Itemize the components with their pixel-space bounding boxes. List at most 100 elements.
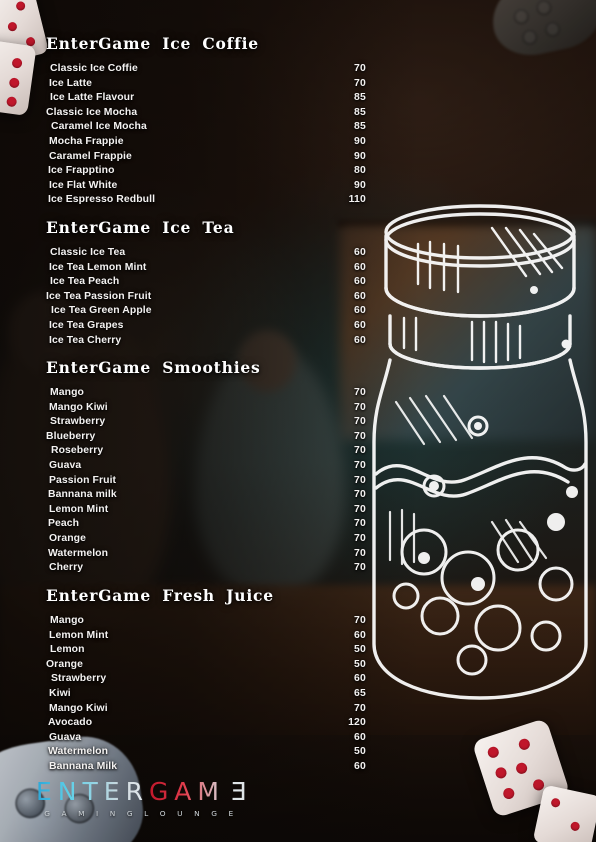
- menu-item: Mango 70: [46, 387, 366, 402]
- item-name: Blueberry: [46, 430, 96, 442]
- menu-item: Strawberry 70: [46, 416, 366, 431]
- section-smoothies: EnterGame Smoothies Mango 70 Mango Kiwi 70…: [46, 358, 366, 577]
- menu-item: Avocado 120: [46, 717, 366, 732]
- item-price: 65: [354, 687, 366, 699]
- item-name: Ice Tea Peach: [50, 276, 120, 288]
- item-name: Ice Tea Lemon Mint: [49, 261, 147, 273]
- menu-page: EnterGame Ice Coffie Classic Ice Coffie 7…: [0, 0, 596, 842]
- item-price: 70: [354, 430, 366, 442]
- item-price: 70: [354, 503, 366, 515]
- item-name: Classic Ice Mocha: [46, 106, 138, 118]
- menu-item: Classic Ice Mocha 85: [46, 107, 366, 122]
- item-name: Roseberry: [51, 445, 104, 457]
- section-ice-tea: EnterGame Ice Tea Classic Ice Tea 60 Ice …: [46, 218, 366, 349]
- menu-item: Watermelon 70: [46, 548, 366, 563]
- section-fresh-juice: EnterGame Fresh Juice Mango 70 Lemon Mint…: [46, 586, 366, 776]
- item-name: Orange: [49, 532, 86, 544]
- item-name: Ice Tea Grapes: [49, 319, 124, 331]
- menu-item: Ice Frapptino 80: [46, 165, 366, 180]
- item-price: 60: [354, 673, 366, 685]
- item-price: 70: [354, 474, 366, 486]
- menu-item: Ice Flat White 90: [46, 180, 366, 195]
- item-price: 70: [354, 401, 366, 413]
- item-name: Bannana milk: [48, 489, 117, 501]
- item-price: 60: [354, 319, 366, 331]
- item-price: 60: [354, 305, 366, 317]
- item-price: 60: [354, 261, 366, 273]
- item-price: 50: [354, 658, 366, 670]
- item-price: 85: [354, 106, 366, 118]
- item-name: Ice Tea Green Apple: [51, 305, 152, 317]
- item-name: Peach: [48, 518, 80, 530]
- item-name: Lemon Mint: [49, 503, 109, 515]
- item-name: Mango Kiwi: [49, 702, 108, 714]
- menu-content: EnterGame Ice Coffie Classic Ice Coffie 7…: [0, 0, 596, 842]
- item-price: 90: [354, 179, 366, 191]
- menu-item: Lemon Mint 60: [46, 630, 366, 645]
- item-price: 70: [354, 416, 366, 428]
- item-name: Ice Latte: [49, 77, 93, 89]
- item-price: 50: [354, 746, 366, 758]
- menu-item: Lemon Mint 70: [46, 504, 366, 519]
- item-name: Kiwi: [49, 687, 71, 699]
- section-title-ice-coffie: EnterGame Ice Coffie: [46, 34, 259, 53]
- item-name: Watermelon: [48, 746, 109, 758]
- logo-tagline: G A M I N G L O U N G E: [44, 809, 238, 818]
- item-list-smoothies: Mango 70 Mango Kiwi 70 Strawberry 70 Bluebe…: [46, 387, 366, 577]
- menu-item: Kiwi 65: [46, 688, 366, 703]
- menu-item: Watermelon 50: [46, 746, 366, 761]
- menu-item: Orange 50: [46, 659, 366, 674]
- item-price: 120: [348, 717, 366, 729]
- item-price: 80: [354, 165, 366, 177]
- item-name: Strawberry: [50, 416, 106, 428]
- item-price: 110: [348, 194, 366, 206]
- section-ice-coffie: EnterGame Ice Coffie Classic Ice Coffie 7…: [46, 34, 366, 209]
- menu-item: Mango Kiwi 70: [46, 703, 366, 718]
- menu-item: Orange 70: [46, 533, 366, 548]
- item-price: 60: [354, 290, 366, 302]
- menu-item: Passion Fruit 70: [46, 475, 366, 490]
- item-name: Lemon Mint: [49, 629, 109, 641]
- item-price: 50: [354, 644, 366, 656]
- item-price: 85: [354, 121, 366, 133]
- item-price: 60: [354, 731, 366, 743]
- menu-item: Guava 60: [46, 732, 366, 747]
- menu-item: Ice Tea Cherry 60: [46, 335, 366, 350]
- menu-item: Ice Tea Lemon Mint 60: [46, 262, 366, 277]
- item-price: 70: [354, 63, 366, 74]
- section-title-smoothies: EnterGame Smoothies: [46, 358, 261, 377]
- menu-item: Cherry 70: [46, 562, 366, 577]
- menu-item: Caramel Ice Mocha 85: [46, 121, 366, 136]
- menu-item: Ice Tea Green Apple 60: [46, 305, 366, 320]
- item-name: Ice Latte Flavour: [50, 92, 135, 104]
- item-name: Ice Tea Passion Fruit: [46, 290, 152, 302]
- menu-item: Caramel Frappie 90: [46, 151, 366, 166]
- item-name: Bannana Milk: [49, 760, 118, 772]
- section-title-fresh-juice: EnterGame Fresh Juice: [46, 586, 274, 605]
- item-name: Watermelon: [48, 547, 109, 559]
- menu-item: Guava 70: [46, 460, 366, 475]
- item-name: Caramel Ice Mocha: [51, 121, 147, 133]
- item-price: 70: [354, 518, 366, 530]
- menu-item: Ice Tea Passion Fruit 60: [46, 291, 366, 306]
- item-price: 85: [354, 92, 366, 104]
- item-name: Ice Flat White: [49, 179, 118, 191]
- logo-text-mirrored-e: E: [224, 777, 247, 806]
- item-list-ice-tea: Classic Ice Tea 60 Ice Tea Lemon Mint 60 I…: [46, 247, 366, 349]
- item-price: 90: [354, 135, 366, 147]
- item-name: Ice Tea Cherry: [49, 334, 122, 346]
- item-price: 90: [354, 150, 366, 162]
- menu-item: Classic Ice Coffie 70: [46, 63, 366, 78]
- item-price: 60: [354, 760, 366, 772]
- menu-item: Lemon 50: [46, 644, 366, 659]
- item-price: 70: [354, 445, 366, 457]
- item-name: Ice Frapptino: [48, 165, 115, 177]
- item-name: Caramel Frappie: [49, 150, 132, 162]
- item-name: Orange: [46, 658, 83, 670]
- menu-item: Ice Tea Peach 60: [46, 276, 366, 291]
- brand-logo: ENTERGAME G A M I N G L O U N G E: [36, 777, 247, 820]
- item-price: 60: [354, 247, 366, 258]
- item-name: Lemon: [50, 644, 85, 656]
- item-name: Mango: [50, 387, 84, 398]
- item-name: Cherry: [49, 562, 84, 574]
